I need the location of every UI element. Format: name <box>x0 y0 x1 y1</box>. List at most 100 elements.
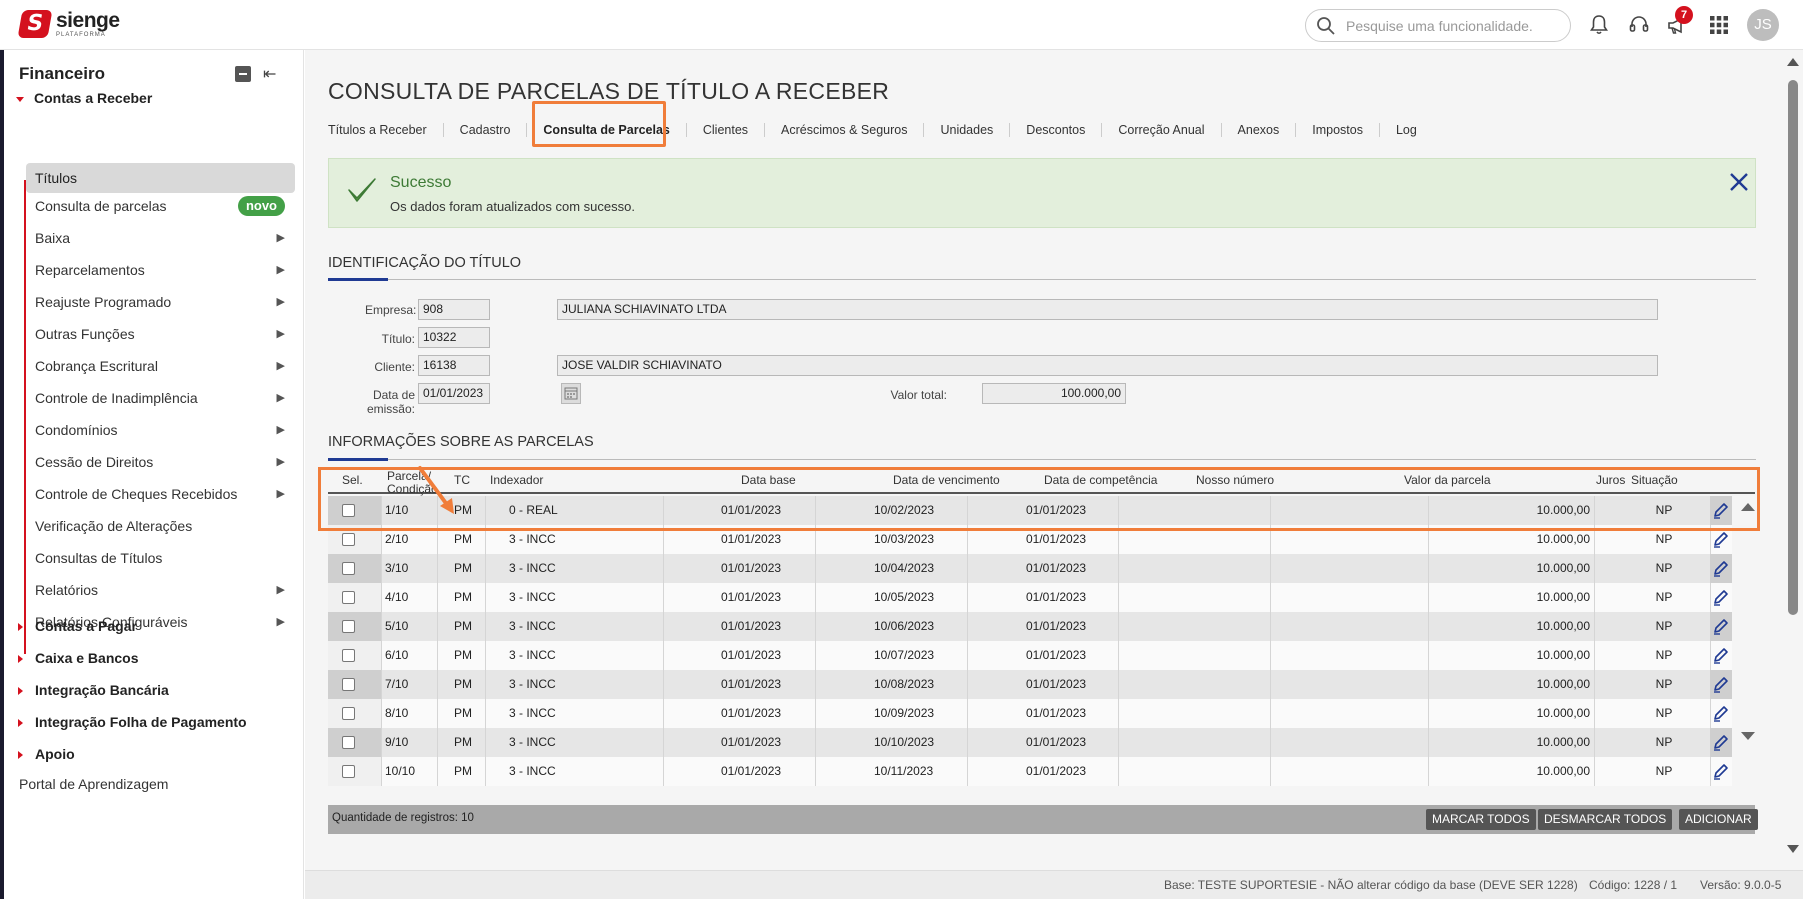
adicionar-button[interactable]: ADICIONAR <box>1679 809 1758 830</box>
collapse-all-icon[interactable] <box>235 66 251 82</box>
tab-correcao-anual[interactable]: Correção Anual <box>1102 123 1222 137</box>
sidebar-item-inadimplencia[interactable]: Controle de Inadimplência ▶ <box>26 383 295 413</box>
row-checkbox[interactable] <box>342 562 355 575</box>
tab-descontos[interactable]: Descontos <box>1010 123 1103 137</box>
cliente-code-field[interactable]: 16138 <box>418 355 490 376</box>
table-row[interactable]: 2/10 PM 3 - INCC 01/01/2023 10/03/2023 01/01/… <box>328 525 1732 554</box>
table-row[interactable]: 4/10 PM 3 - INCC 01/01/2023 10/05/2023 01/01/… <box>328 583 1732 612</box>
cliente-name-field[interactable]: JOSE VALDIR SCHIAVINATO <box>557 355 1658 376</box>
table-row[interactable]: 5/10 PM 3 - INCC 01/01/2023 10/06/2023 01/01/… <box>328 612 1732 641</box>
scroll-thumb[interactable] <box>1788 80 1798 615</box>
col-tc[interactable]: TC <box>454 474 470 487</box>
col-juros[interactable]: Juros <box>1596 474 1625 487</box>
grid-scroll-down-icon[interactable] <box>1741 732 1755 740</box>
col-situacao[interactable]: Situação <box>1631 474 1678 487</box>
section-contas-receber[interactable]: Contas a Receber <box>16 88 152 108</box>
portal-aprendizagem-link[interactable]: Portal de Aprendizagem <box>19 776 168 792</box>
sidebar-item-condominios[interactable]: Condomínios ▶ <box>26 415 295 445</box>
sidebar-item-baixa[interactable]: Baixa ▶ <box>26 223 295 253</box>
section-contas-pagar[interactable]: Contas a Pagar <box>16 616 137 636</box>
sidebar-item-verificacao[interactable]: Verificação de Alterações <box>26 511 295 541</box>
row-checkbox[interactable] <box>342 504 355 517</box>
edit-icon[interactable] <box>1710 699 1732 728</box>
table-row[interactable]: 1/10 PM 0 - REAL 01/01/2023 10/02/2023 01/01/… <box>328 496 1732 525</box>
tab-log[interactable]: Log <box>1380 123 1433 137</box>
sidebar-item-relatorios[interactable]: Relatórios ▶ <box>26 575 295 605</box>
section-caixa-bancos[interactable]: Caixa e Bancos <box>16 648 139 668</box>
edit-icon[interactable] <box>1710 583 1732 612</box>
edit-icon[interactable] <box>1710 670 1732 699</box>
empresa-name-field[interactable]: JULIANA SCHIAVINATO LTDA <box>557 299 1658 320</box>
col-valor-parcela[interactable]: Valor da parcela <box>1404 474 1491 487</box>
empresa-code-field[interactable]: 908 <box>418 299 490 320</box>
table-row[interactable]: 3/10 PM 3 - INCC 01/01/2023 10/04/2023 01/01/… <box>328 554 1732 583</box>
sidebar-item-outras-funcoes[interactable]: Outras Funções ▶ <box>26 319 295 349</box>
table-row[interactable]: 7/10 PM 3 - INCC 01/01/2023 10/08/2023 01/01/… <box>328 670 1732 699</box>
col-indexador[interactable]: Indexador <box>490 474 543 487</box>
edit-icon[interactable] <box>1710 728 1732 757</box>
search-input[interactable] <box>1346 16 1561 36</box>
tab-clientes[interactable]: Clientes <box>687 123 766 137</box>
sidebar-item-cheques[interactable]: Controle de Cheques Recebidos ▶ <box>26 479 295 509</box>
row-checkbox[interactable] <box>342 591 355 604</box>
tab-impostos[interactable]: Impostos <box>1296 123 1380 137</box>
desmarcar-todos-button[interactable]: DESMARCAR TODOS <box>1538 809 1673 830</box>
table-row[interactable]: 6/10 PM 3 - INCC 01/01/2023 10/07/2023 01/01/… <box>328 641 1732 670</box>
feature-search[interactable] <box>1305 9 1571 42</box>
bell-icon[interactable] <box>1587 13 1611 37</box>
section-integracao-bancaria[interactable]: Integração Bancária <box>16 680 169 700</box>
sidebar-item-cessao[interactable]: Cessão de Direitos ▶ <box>26 447 295 477</box>
scroll-up-icon[interactable] <box>1787 58 1799 66</box>
row-checkbox[interactable] <box>342 765 355 778</box>
edit-icon[interactable] <box>1710 554 1732 583</box>
sienge-logo[interactable]: S sienge PLATAFORMA <box>17 10 120 38</box>
col-data-vencimento[interactable]: Data de vencimento <box>893 474 1000 487</box>
col-data-competencia[interactable]: Data de competência <box>1044 474 1157 487</box>
col-data-base[interactable]: Data base <box>741 474 796 487</box>
edit-icon[interactable] <box>1710 525 1732 554</box>
col-nosso-numero[interactable]: Nosso número <box>1196 474 1274 487</box>
edit-icon[interactable] <box>1710 612 1732 641</box>
row-checkbox[interactable] <box>342 707 355 720</box>
sidebar-item-reajuste[interactable]: Reajuste Programado ▶ <box>26 287 295 317</box>
tab-titulos-receber[interactable]: Títulos a Receber <box>328 123 444 137</box>
tab-consulta-parcelas[interactable]: Consulta de Parcelas <box>527 123 687 137</box>
sidebar-item-reparcelamentos[interactable]: Reparcelamentos ▶ <box>26 255 295 285</box>
section-integracao-folha[interactable]: Integração Folha de Pagamento <box>16 712 247 732</box>
row-checkbox[interactable] <box>342 649 355 662</box>
sidebar-item-cobranca[interactable]: Cobrança Escritural ▶ <box>26 351 295 381</box>
edit-icon[interactable] <box>1710 641 1732 670</box>
tab-unidades[interactable]: Unidades <box>924 123 1011 137</box>
table-row[interactable]: 10/10 PM 3 - INCC 01/01/2023 10/11/2023 01/01… <box>328 757 1732 786</box>
empresa-label: Empresa: <box>365 303 417 317</box>
page-scrollbar[interactable] <box>1783 50 1803 870</box>
row-checkbox[interactable] <box>342 736 355 749</box>
grid-scroll-up-icon[interactable] <box>1741 503 1755 511</box>
row-checkbox[interactable] <box>342 620 355 633</box>
marcar-todos-button[interactable]: MARCAR TODOS <box>1426 809 1536 830</box>
edit-icon[interactable] <box>1710 757 1732 786</box>
data-emissao-field[interactable]: 01/01/2023 <box>418 383 490 404</box>
close-icon[interactable] <box>1728 171 1750 193</box>
sidebar-item-consultas-titulos[interactable]: Consultas de Títulos <box>26 543 295 573</box>
titulo-field[interactable]: 10322 <box>418 327 490 348</box>
tab-cadastro[interactable]: Cadastro <box>444 123 528 137</box>
user-avatar[interactable]: JS <box>1747 9 1779 41</box>
col-parcela[interactable]: Parcela/Condição <box>387 470 438 496</box>
edit-icon[interactable] <box>1710 496 1732 525</box>
table-row[interactable]: 9/10 PM 3 - INCC 01/01/2023 10/10/2023 01/01/… <box>328 728 1732 757</box>
tab-acrescimos[interactable]: Acréscimos & Seguros <box>765 123 925 137</box>
valor-total-field[interactable]: 100.000,00 <box>982 383 1126 404</box>
row-checkbox[interactable] <box>342 533 355 546</box>
calendar-icon[interactable] <box>561 383 581 404</box>
headset-icon[interactable] <box>1627 13 1651 37</box>
table-row[interactable]: 8/10 PM 3 - INCC 01/01/2023 10/09/2023 01/01/… <box>328 699 1732 728</box>
row-checkbox[interactable] <box>342 678 355 691</box>
apps-grid-icon[interactable] <box>1707 13 1731 37</box>
tab-anexos[interactable]: Anexos <box>1222 123 1297 137</box>
sidebar-item-consulta-parcelas[interactable]: Consulta de parcelas novo <box>26 191 295 221</box>
section-apoio[interactable]: Apoio <box>16 744 75 764</box>
sidebar-item-titulos[interactable]: Títulos <box>26 163 295 193</box>
hide-sidebar-icon[interactable]: ⇤ <box>263 64 276 84</box>
scroll-down-icon[interactable] <box>1787 845 1799 853</box>
